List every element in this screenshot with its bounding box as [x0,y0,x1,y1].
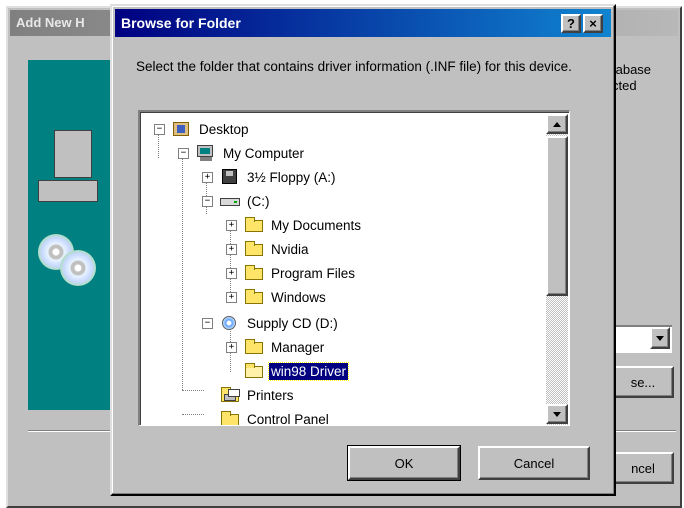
ok-button[interactable]: OK [347,445,461,481]
hard-drive-icon [220,193,240,209]
folder-icon [244,339,264,355]
cd-disc-illustration-icon [60,250,96,286]
tree-item-label: Program Files [271,265,356,281]
tree-item-label: 3½ Floppy (A:) [247,169,336,185]
expand-toggle[interactable]: + [226,244,237,255]
tree-connector [230,226,231,300]
vertical-scrollbar[interactable] [546,114,568,425]
tree-item-control-panel[interactable]: Control Panel [220,408,331,426]
tree-item-label: Windows [271,289,326,305]
scroll-up-button[interactable] [546,114,568,134]
folder-icon [244,289,264,305]
computer-base-illustration [38,180,98,202]
printer-folder-icon [220,387,240,403]
tree-item-label: Control Panel [247,411,329,426]
tree-item-label: My Computer [223,145,305,161]
folder-icon [244,217,264,233]
cd-drive-icon [220,315,240,331]
tree-item-desktop[interactable]: Desktop [172,118,251,140]
help-button[interactable]: ? [561,14,581,33]
tree-item-label: Nvidia [271,241,309,257]
chevron-down-icon [656,335,664,341]
open-folder-icon [244,363,264,379]
control-panel-icon [220,411,240,425]
close-button[interactable]: × [583,14,603,33]
tree-item-floppy[interactable]: 3½ Floppy (A:) [220,166,338,188]
tree-item-label: My Documents [271,217,362,233]
tree-item-label: Printers [247,387,294,403]
tree-item-c-drive[interactable]: (C:) [220,190,272,212]
folder-tree[interactable]: − Desktop − My Computer + 3½ Floppy (A:)… [138,110,570,426]
folder-icon [244,265,264,281]
background-cancel-button[interactable]: ncel [612,452,674,484]
tree-item-manager[interactable]: Manager [244,336,326,358]
tree-item-label: Supply CD (D:) [247,315,338,331]
computer-illustration-icon [54,130,92,178]
background-browse-button[interactable]: se... [612,366,674,398]
tree-connector [182,390,204,391]
tree-item-win98-driver[interactable]: win98 Driver [244,360,350,382]
collapse-toggle[interactable]: − [202,318,213,329]
tree-item-nvidia[interactable]: Nvidia [244,238,311,260]
collapse-toggle[interactable]: − [202,196,213,207]
tree-item-my-computer[interactable]: My Computer [196,142,306,164]
folder-icon [244,241,264,257]
background-text-line: tabase [612,62,652,77]
dialog-title-bar[interactable]: Browse for Folder ? × [115,9,611,37]
collapse-toggle[interactable]: − [154,124,165,135]
cancel-button[interactable]: Cancel [478,446,590,480]
tree-item-label: Manager [271,339,325,355]
scrollbar-thumb[interactable] [546,136,568,296]
instruction-text: Select the folder that contains driver i… [136,59,572,74]
arrow-down-icon [553,411,561,417]
tree-item-supply-cd[interactable]: Supply CD (D:) [220,312,340,334]
floppy-drive-icon [220,169,240,185]
tree-item-my-documents[interactable]: My Documents [244,214,363,236]
expand-toggle[interactable]: + [226,292,237,303]
my-computer-icon [196,145,216,161]
tree-item-program-files[interactable]: Program Files [244,262,357,284]
arrow-up-icon [553,121,561,127]
tree-item-windows[interactable]: Windows [244,286,328,308]
desktop-icon [172,121,192,137]
tree-item-label: Desktop [199,121,249,137]
combo-dropdown-button[interactable] [650,327,670,349]
tree-connector [182,414,204,415]
background-text-line: cted [612,78,637,93]
scroll-down-button[interactable] [546,404,568,424]
collapse-toggle[interactable]: − [178,148,189,159]
browse-for-folder-dialog: Browse for Folder ? × Select the folder … [110,4,616,496]
expand-toggle[interactable]: + [226,268,237,279]
expand-toggle[interactable]: + [202,172,213,183]
background-description-text: tabase cted [612,62,682,94]
expand-toggle[interactable]: + [226,342,237,353]
expand-toggle[interactable]: + [226,220,237,231]
tree-item-label: (C:) [247,193,270,209]
tree-item-label-selected: win98 Driver [267,361,350,381]
tree-connector [182,152,183,390]
tree-item-printers[interactable]: Printers [220,384,296,406]
dialog-title: Browse for Folder [121,15,241,31]
